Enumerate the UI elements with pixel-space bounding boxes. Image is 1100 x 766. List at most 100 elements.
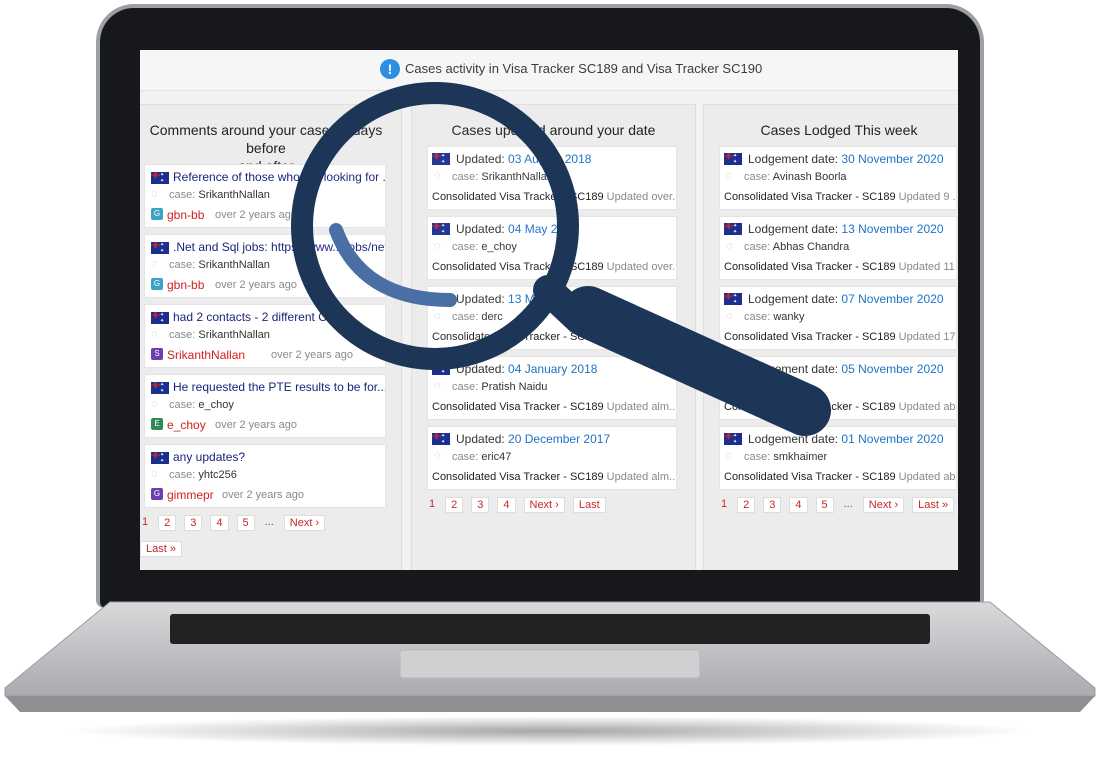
comment-card[interactable]: had 2 contacts - 2 different CO's ◌ case: …	[144, 304, 386, 368]
page-link[interactable]: 3	[184, 515, 203, 531]
updates-card[interactable]: Updated: 13 March 2018 ◌ case: derc Consoli…	[427, 286, 677, 350]
tracker-name[interactable]: Consolidated Visa Tracker - SC189	[432, 331, 604, 343]
lodged-card[interactable]: Lodgement date: 13 November 2020 ◌ case: A…	[719, 216, 957, 280]
page-link[interactable]: Next ›	[523, 497, 565, 513]
case-user[interactable]: SrikanthNallan	[198, 189, 270, 201]
page-link[interactable]: Last »	[912, 497, 955, 513]
australia-flag-icon	[432, 433, 450, 445]
date-link[interactable]: 03 August 2018	[508, 152, 591, 166]
case-user[interactable]: SrikanthNallan	[198, 329, 270, 341]
tracker-name[interactable]: Consolidated Visa Tracker - SC189	[432, 191, 604, 203]
case-user[interactable]: Pratish Naidu	[481, 381, 547, 393]
lodged-card[interactable]: Lodgement date: 07 November 2020 ◌ case: w…	[719, 286, 957, 350]
australia-flag-icon	[724, 433, 742, 445]
tracker-name[interactable]: Consolidated Visa Tracker - SC189	[724, 331, 896, 343]
case-user[interactable]: wanky	[773, 311, 804, 323]
tracker-name[interactable]: Consolidated Visa Tracker - SC189	[432, 401, 604, 413]
tracker-name[interactable]: Consolidated Visa Tracker - SC189	[724, 401, 896, 413]
page-link[interactable]: 4	[497, 497, 516, 513]
tracker-name[interactable]: Consolidated Visa Tracker - SC189	[432, 471, 604, 483]
tracker-name[interactable]: Consolidated Visa Tracker - SC189	[724, 191, 896, 203]
case-user[interactable]: SrikanthNallan	[481, 171, 553, 183]
comment-title-link[interactable]: Reference of those who are looking for .…	[173, 170, 385, 184]
comment-author-link[interactable]: gbn-bb	[167, 208, 204, 222]
tracker-name[interactable]: Consolidated Visa Tracker - SC189	[724, 471, 896, 483]
page-link[interactable]: 5	[236, 515, 255, 531]
comment-title-link[interactable]: .Net and Sql jobs: https://www.../jobs/n…	[173, 240, 385, 254]
tracker-note: Updated 9 ...	[898, 191, 957, 203]
date-link[interactable]: 30 November 2020	[841, 152, 943, 166]
page-link[interactable]: Next ›	[283, 515, 326, 531]
tracker-name[interactable]: Consolidated Visa Tracker - SC189	[724, 261, 896, 273]
case-user[interactable]: Abhas Chandra	[773, 241, 849, 253]
date-link[interactable]: 13 March 2018	[508, 292, 588, 306]
updates-card[interactable]: Updated: 20 December 2017 ◌ case: eric47 Co…	[427, 426, 677, 490]
comment-card[interactable]: .Net and Sql jobs: https://www.../jobs/n…	[144, 234, 386, 298]
comment-author-link[interactable]: gimmepr	[167, 488, 214, 502]
lodged-pagination: 1 2 3 4 5... Next › Last »	[719, 497, 955, 513]
page-link[interactable]: 3	[471, 497, 490, 513]
page-link[interactable]: 1	[719, 497, 729, 513]
date-link[interactable]: 13 November 2020	[841, 222, 943, 236]
updates-card[interactable]: Updated: 03 August 2018 ◌ case: SrikanthNa…	[427, 146, 677, 210]
date-label: Updated:	[456, 152, 505, 166]
case-label: case:	[452, 381, 479, 393]
case-user[interactable]: SrikanthNallan	[198, 259, 270, 271]
date-link[interactable]: 05 November 2020	[841, 362, 943, 376]
comment-author-link[interactable]: SrikanthNallan	[167, 348, 245, 362]
lodged-card[interactable]: Lodgement date: 30 November 2020 ◌ case: A…	[719, 146, 957, 210]
case-label: case:	[744, 451, 771, 463]
comment-title-link[interactable]: He requested the PTE results to be for..…	[173, 380, 385, 394]
case-user[interactable]: yhtc256	[198, 469, 237, 481]
case-user[interactable]: derc	[481, 311, 502, 323]
page-link[interactable]: 5	[815, 497, 834, 513]
date-link[interactable]: 04 May 2018	[508, 222, 577, 236]
date-link[interactable]: 04 January 2018	[508, 362, 597, 376]
eye-slash-icon: ◌	[151, 468, 158, 480]
comment-author-link[interactable]: e_choy	[167, 418, 206, 432]
case-meta: case: Pratish Naidu	[452, 381, 547, 393]
case-user[interactable]: e_choy	[481, 241, 516, 253]
eye-slash-icon: ◌	[434, 240, 441, 252]
lodged-date-line: Lodgement date: 13 November 2020	[748, 222, 944, 236]
case-user[interactable]: ...tane	[773, 381, 804, 393]
page-link[interactable]: 2	[737, 497, 756, 513]
comment-card[interactable]: Reference of those who are looking for .…	[144, 164, 386, 228]
tracker-note: Updated 17...	[898, 331, 956, 343]
comment-time: over 2 years ago	[222, 489, 304, 501]
page-link[interactable]: 4	[789, 497, 808, 513]
case-user[interactable]: eric47	[481, 451, 511, 463]
page-link[interactable]: 1	[140, 515, 150, 531]
case-meta: case: yhtc256	[169, 469, 237, 481]
case-label: case:	[744, 381, 771, 393]
eye-slash-icon: ◌	[434, 450, 441, 462]
page-link[interactable]: Last	[572, 497, 606, 513]
case-user[interactable]: smkhaimer	[773, 451, 827, 463]
lodged-date-line: Lodgement date: 01 November 2020	[748, 432, 944, 446]
australia-flag-icon	[432, 363, 450, 375]
case-meta: case: derc	[452, 311, 503, 323]
date-link[interactable]: 20 December 2017	[508, 432, 610, 446]
page-link[interactable]: Next ›	[862, 497, 905, 513]
tracker-line: Consolidated Visa Tracker - SC189 Update…	[432, 331, 676, 343]
comment-title-link[interactable]: any updates?	[173, 450, 245, 464]
updates-card[interactable]: Updated: 04 January 2018 ◌ case: Pratish N…	[427, 356, 677, 420]
page-link[interactable]: Last »	[140, 541, 182, 557]
comment-author-link[interactable]: gbn-bb	[167, 278, 204, 292]
case-user[interactable]: e_choy	[198, 399, 233, 411]
updates-card[interactable]: Updated: 04 May 2018 ◌ case: e_choy Consoli…	[427, 216, 677, 280]
date-link[interactable]: 01 November 2020	[841, 432, 943, 446]
page-link[interactable]: 1	[427, 497, 437, 513]
page-link[interactable]: 3	[763, 497, 782, 513]
lodged-card[interactable]: Lodgement date: 01 November 2020 ◌ case: s…	[719, 426, 957, 490]
comment-title-link[interactable]: had 2 contacts - 2 different CO's	[173, 310, 345, 324]
page-link[interactable]: 2	[445, 497, 464, 513]
comment-card[interactable]: He requested the PTE results to be for..…	[144, 374, 386, 438]
page-link[interactable]: 4	[210, 515, 229, 531]
date-link[interactable]: 07 November 2020	[841, 292, 943, 306]
tracker-name[interactable]: Consolidated Visa Tracker - SC189	[432, 261, 604, 273]
case-user[interactable]: Avinash Boorla	[773, 171, 847, 183]
comment-card[interactable]: any updates? ◌ case: yhtc256 Ggimmepr over 2…	[144, 444, 386, 508]
lodged-card[interactable]: Lodgement date: 05 November 2020 ◌ case: .…	[719, 356, 957, 420]
page-link[interactable]: 2	[158, 515, 177, 531]
